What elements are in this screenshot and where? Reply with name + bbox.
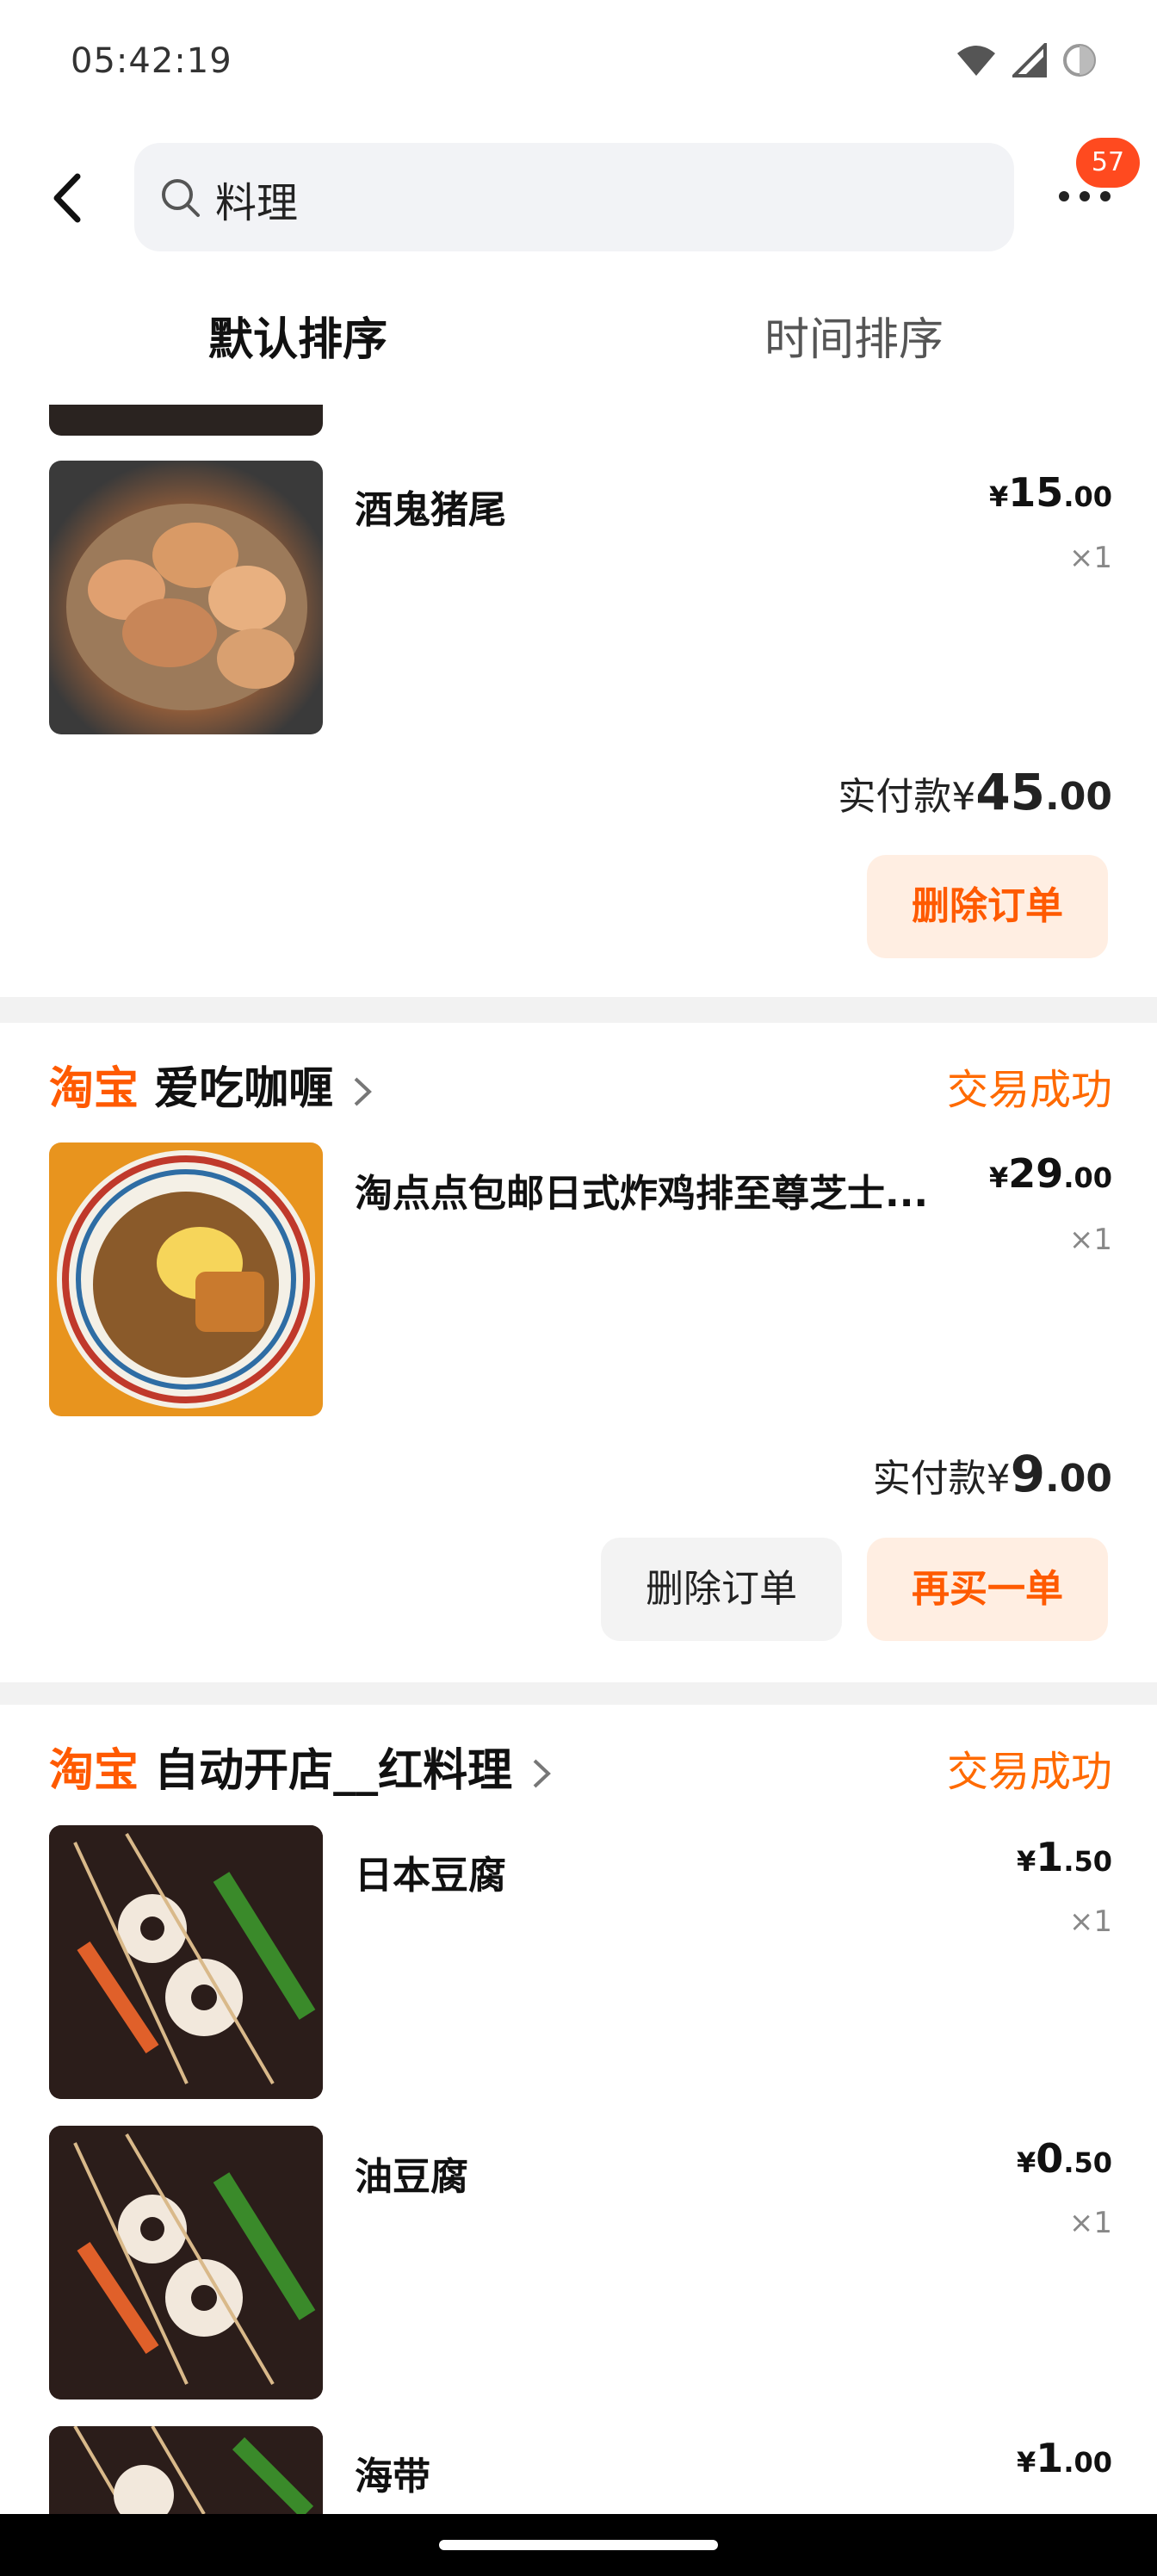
chevron-left-icon [53,173,81,223]
search-icon [162,179,200,217]
delete-order-button[interactable]: 删除订单 [601,1538,842,1641]
item-quantity: ×1 [1068,1223,1112,1257]
item-price: ¥15.00 [989,469,1112,516]
search-query: 料理 [215,179,299,227]
status-icons [956,43,1097,77]
tab-default-sort[interactable]: 默认排序 [208,303,387,368]
skewers-image-icon [49,2126,323,2400]
item-name: 酒鬼猪尾 [355,488,506,532]
item-name: 油豆腐 [355,2155,468,2199]
skewers-image-icon [49,2426,323,2514]
buy-again-button[interactable]: 再买一单 [867,1538,1108,1641]
order-status: 交易成功 [946,1748,1112,1796]
curry-plate-image-icon [57,1150,315,1409]
item-quantity: ×1 [1068,541,1112,575]
home-indicator[interactable] [439,2540,718,2550]
chevron-right-icon [533,1759,552,1788]
skewers-image-icon [49,1825,323,2099]
tab-time-sort[interactable]: 时间排序 [764,303,944,368]
product-image[interactable] [49,2426,323,2514]
chevron-right-icon [354,1077,373,1106]
paid-amount: 实付款¥45.00 [838,763,1112,821]
wifi-icon [957,46,995,76]
paid-amount: 实付款¥9.00 [872,1445,1112,1503]
pork-tail-image-icon [66,504,307,710]
notification-badge: 57 [1076,138,1140,188]
delete-order-button[interactable]: 删除订单 [867,855,1108,958]
item-name: 海带 [355,2455,430,2499]
order-status: 交易成功 [946,1066,1112,1114]
signal-icon [1012,43,1047,77]
item-quantity: ×1 [1068,1904,1112,1939]
item-price: ¥0.50 [1017,2135,1112,2182]
product-image[interactable] [49,461,323,734]
product-image[interactable] [49,1142,323,1416]
battery-icon [1063,44,1096,77]
item-price: ¥29.00 [989,1150,1112,1197]
item-name: 淘点点包邮日式炸鸡排至尊芝士... [355,1172,929,1216]
item-price: ¥1.00 [1017,2435,1112,2481]
product-image[interactable] [49,1825,323,2099]
back-button[interactable] [43,168,95,228]
product-image[interactable] [49,2126,323,2400]
item-price: ¥1.50 [1017,1834,1112,1880]
item-quantity: ×1 [1068,2206,1112,2240]
shop-link[interactable]: 淘宝 自动开店__红料理 [49,1734,554,1799]
status-time: 05:42:19 [71,41,232,81]
shop-link[interactable]: 淘宝 爱吃咖喱 [49,1052,374,1117]
product-image-partial [49,405,323,436]
item-name: 日本豆腐 [355,1854,506,1898]
